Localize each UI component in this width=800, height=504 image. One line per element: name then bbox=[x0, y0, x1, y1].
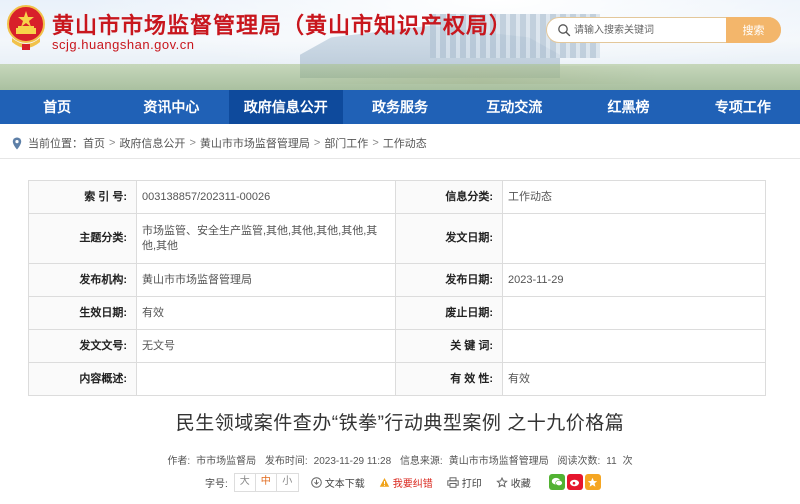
font-size-medium-button[interactable]: 中 bbox=[256, 473, 277, 491]
weibo-share-icon[interactable] bbox=[566, 474, 583, 490]
nav-item-interaction[interactable]: 互动交流 bbox=[457, 90, 571, 124]
doc-date-label: 发文日期: bbox=[395, 213, 503, 264]
author-value: 市市场监督局 bbox=[196, 456, 257, 467]
nav-item-services[interactable]: 政务服务 bbox=[343, 90, 457, 124]
qzone-share-icon[interactable] bbox=[584, 474, 601, 490]
table-row: 内容概述: 有 效 性: 有效 bbox=[28, 362, 766, 396]
doc-no-value: 无文号 bbox=[136, 329, 396, 363]
breadcrumb-separator: > bbox=[109, 137, 116, 149]
publisher-label: 发布机构: bbox=[28, 263, 137, 297]
nav-item-red-black-list[interactable]: 红黑榜 bbox=[571, 90, 685, 124]
search-button[interactable]: 搜索 bbox=[726, 17, 781, 43]
views-label: 阅读次数: bbox=[557, 456, 601, 467]
views-value: 11 bbox=[606, 456, 617, 467]
info-table: 索 引 号: 003138857/202311-00026 信息分类: 工作动态… bbox=[28, 180, 766, 396]
breadcrumb-gov-info[interactable]: 政府信息公开 bbox=[119, 135, 185, 151]
topic-value: 市场监管、安全生产监管,其他,其他,其他,其他,其他,其他 bbox=[136, 213, 396, 264]
favorite-label: 收藏 bbox=[510, 478, 531, 490]
breadcrumb-separator: > bbox=[313, 137, 321, 149]
download-icon bbox=[310, 476, 322, 488]
validity-value: 有效 bbox=[502, 362, 766, 396]
breadcrumb-work-news[interactable]: 工作动态 bbox=[383, 135, 427, 151]
search-input[interactable] bbox=[574, 21, 724, 39]
font-size-selector: 大 中 小 bbox=[233, 472, 299, 492]
share-buttons bbox=[548, 474, 603, 490]
search-box: 搜索 bbox=[546, 17, 781, 43]
search-icon bbox=[558, 24, 571, 37]
validity-label: 有 效 性: bbox=[395, 362, 503, 396]
abolish-value bbox=[502, 296, 766, 330]
doc-no-label: 发文文号: bbox=[28, 329, 137, 363]
error-report-icon bbox=[379, 477, 389, 487]
wechat-share-icon[interactable] bbox=[548, 474, 565, 490]
time-label: 发布时间: bbox=[264, 456, 308, 467]
table-row: 主题分类: 市场监管、安全生产监管,其他,其他,其他,其他,其他,其他 发文日期… bbox=[28, 213, 766, 264]
pub-date-label: 发布日期: bbox=[395, 263, 503, 297]
nav-item-gov-info[interactable]: 政府信息公开 bbox=[228, 90, 343, 124]
report-error-button[interactable]: 我要纠错 bbox=[379, 475, 433, 490]
summary-value bbox=[136, 362, 396, 396]
font-size-small-button[interactable]: 小 bbox=[277, 474, 298, 491]
national-emblem-icon bbox=[7, 5, 45, 50]
table-row: 发文文号: 无文号 关 键 词: bbox=[28, 329, 766, 363]
author-label: 作者: bbox=[167, 456, 191, 467]
table-row: 生效日期: 有效 废止日期: bbox=[28, 296, 766, 330]
time-value: 2023-11-29 11:28 bbox=[313, 456, 392, 467]
table-row: 索 引 号: 003138857/202311-00026 信息分类: 工作动态 bbox=[28, 180, 766, 214]
download-button[interactable]: 文本下载 bbox=[310, 475, 365, 490]
font-size-large-button[interactable]: 大 bbox=[235, 473, 256, 491]
source-label: 信息来源: bbox=[399, 456, 443, 467]
doc-date-value bbox=[502, 213, 766, 264]
site-title: 黄山市市场监督管理局（黄山市知识产权局） bbox=[52, 13, 513, 38]
favorite-button[interactable]: 收藏 bbox=[495, 475, 531, 490]
category-label: 信息分类: bbox=[395, 180, 503, 214]
nav-item-news[interactable]: 资讯中心 bbox=[114, 90, 228, 124]
abolish-label: 废止日期: bbox=[395, 296, 503, 330]
table-row: 发布机构: 黄山市市场监督管理局 发布日期: 2023-11-29 bbox=[28, 263, 766, 297]
topic-label: 主题分类: bbox=[28, 213, 137, 264]
download-label: 文本下载 bbox=[324, 478, 365, 490]
article-meta: 作者: 市市场监督局 发布时间: 2023-11-29 11:28 信息来源: 黄山市… bbox=[0, 452, 800, 467]
effective-value: 有效 bbox=[136, 296, 396, 330]
print-icon bbox=[447, 476, 459, 488]
effective-label: 生效日期: bbox=[28, 296, 137, 330]
location-pin-icon bbox=[12, 137, 22, 149]
pub-date-value: 2023-11-29 bbox=[502, 263, 766, 297]
index-value: 003138857/202311-00026 bbox=[136, 180, 396, 214]
views-unit: 次 bbox=[622, 456, 633, 467]
keywords-value bbox=[502, 329, 766, 363]
breadcrumb-separator: > bbox=[372, 137, 379, 149]
print-button[interactable]: 打印 bbox=[447, 475, 482, 490]
favorite-icon bbox=[495, 476, 508, 488]
site-domain: scjg.huangshan.gov.cn bbox=[52, 37, 195, 52]
summary-label: 内容概述: bbox=[28, 362, 137, 396]
article-tools: 字号: 大 中 小 文本下载 我要纠错 打印 收藏 bbox=[205, 472, 603, 492]
nav-item-special-work[interactable]: 专项工作 bbox=[686, 90, 800, 124]
publisher-value: 黄山市市场监督管理局 bbox=[136, 263, 396, 297]
index-label: 索 引 号: bbox=[28, 180, 137, 214]
category-value: 工作动态 bbox=[502, 180, 766, 214]
breadcrumb-bureau[interactable]: 黄山市市场监督管理局 bbox=[200, 135, 310, 151]
banner-grass bbox=[0, 64, 800, 90]
breadcrumb-home[interactable]: 首页 bbox=[83, 135, 105, 151]
article-title: 民生领域案件查办“铁拳”行动典型案例 之十九价格篇 bbox=[175, 413, 625, 434]
source-value: 黄山市市场监督管理局 bbox=[448, 456, 549, 467]
nav-item-home[interactable]: 首页 bbox=[0, 90, 114, 124]
font-size-label: 字号: bbox=[205, 478, 228, 490]
breadcrumb-divider bbox=[0, 158, 800, 159]
print-label: 打印 bbox=[461, 478, 482, 490]
keywords-label: 关 键 词: bbox=[395, 329, 503, 363]
header-banner: 黄山市市场监督管理局（黄山市知识产权局） scjg.huangshan.gov.… bbox=[0, 0, 800, 90]
breadcrumb-dept-work[interactable]: 部门工作 bbox=[324, 135, 368, 151]
breadcrumb-separator: > bbox=[189, 137, 196, 149]
report-error-label: 我要纠错 bbox=[392, 478, 433, 490]
breadcrumb: 当前位置： 首页 > 政府信息公开 > 黄山市市场监督管理局 > 部门工作 > … bbox=[12, 134, 427, 152]
breadcrumb-prefix: 当前位置： bbox=[28, 138, 83, 150]
main-nav: 首页 资讯中心 政府信息公开 政务服务 互动交流 红黑榜 专项工作 bbox=[0, 90, 800, 124]
